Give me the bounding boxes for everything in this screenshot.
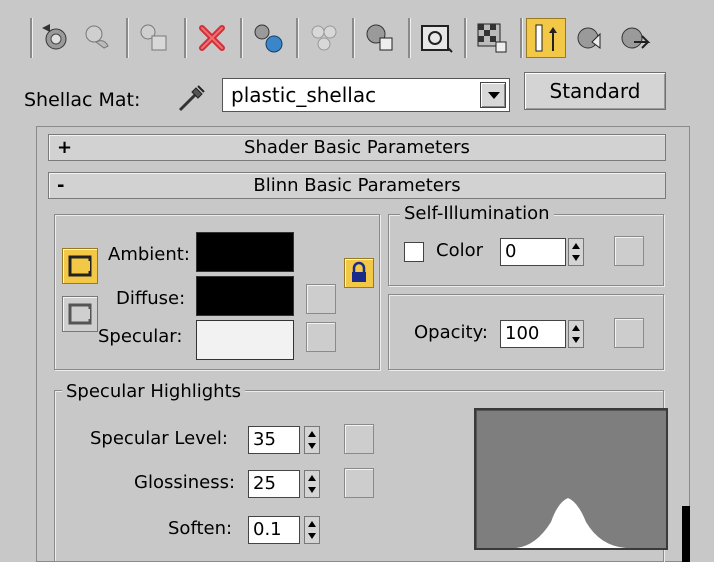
glossiness-spinner[interactable] (304, 470, 320, 498)
ambient-diffuse-link-lock[interactable] (344, 258, 374, 288)
opacity-map-button[interactable] (614, 318, 644, 348)
rollout-blinn-basic[interactable]: - Blinn Basic Parameters (48, 172, 666, 199)
get-material-icon[interactable] (36, 18, 76, 58)
toolbar-separator (296, 18, 298, 58)
rollout-shader-basic[interactable]: + Shader Basic Parameters (48, 134, 666, 161)
delete-icon[interactable] (192, 18, 232, 58)
specular-label: Specular: (98, 326, 183, 347)
diffuse-specular-lock-button[interactable] (62, 296, 98, 332)
diffuse-map-button[interactable] (306, 284, 336, 314)
self-illumination-spinner[interactable] (568, 238, 584, 266)
make-copy-icon[interactable] (248, 18, 288, 58)
rollout-title: Shader Basic Parameters (244, 137, 470, 158)
specular-level-label: Specular Level: (90, 428, 228, 449)
ambient-color-swatch[interactable] (196, 232, 294, 272)
opacity-value-field[interactable]: 100 (500, 320, 566, 348)
specular-level-spinner[interactable] (304, 426, 320, 454)
glossiness-label: Glossiness: (134, 472, 236, 493)
diffuse-color-swatch[interactable] (196, 276, 294, 316)
rollout-title: Blinn Basic Parameters (253, 175, 461, 196)
soften-spinner[interactable] (304, 516, 320, 544)
material-editor-toolbar (0, 0, 714, 76)
soften-field[interactable]: 0.1 (248, 516, 300, 544)
material-id-channel-icon[interactable] (416, 18, 456, 58)
self-illumination-color-checkbox[interactable] (404, 242, 424, 262)
put-to-scene-icon[interactable] (78, 18, 118, 58)
show-map-in-viewport-icon[interactable] (472, 18, 512, 58)
ambient-label: Ambient: (108, 244, 190, 265)
opacity-spinner[interactable] (568, 320, 584, 348)
toolbar-separator (464, 18, 466, 58)
rollout-scrollbar[interactable] (682, 506, 690, 562)
self-illumination-value-field[interactable]: 0 (500, 238, 566, 266)
ambient-diffuse-lock-button[interactable] (62, 248, 98, 284)
assign-to-selection-icon[interactable] (134, 18, 174, 58)
specular-level-map-button[interactable] (344, 424, 374, 454)
go-to-parent-icon[interactable] (570, 18, 610, 58)
self-illumination-map-button[interactable] (614, 236, 644, 266)
self-illumination-color-label: Color (436, 240, 483, 261)
toolbar-separator (240, 18, 242, 58)
toolbar-separator (352, 18, 354, 58)
toolbar-separator (520, 18, 522, 58)
go-forward-to-sibling-icon[interactable] (614, 18, 654, 58)
highlight-curve (476, 498, 666, 548)
specular-color-swatch[interactable] (196, 320, 294, 360)
toolbar-separator (30, 18, 32, 58)
specular-map-button[interactable] (306, 322, 336, 352)
toolbar-separator (408, 18, 410, 58)
specular-level-field[interactable]: 35 (248, 426, 300, 454)
show-end-result-icon[interactable] (526, 18, 566, 58)
toolbar-separator (126, 18, 128, 58)
eyedropper-icon[interactable] (174, 80, 210, 116)
self-illumination-legend: Self-Illumination (400, 204, 554, 224)
glossiness-map-button[interactable] (344, 468, 374, 498)
opacity-label: Opacity: (414, 322, 488, 343)
diffuse-label: Diffuse: (116, 288, 186, 309)
make-unique-icon[interactable] (304, 18, 344, 58)
material-type-button[interactable]: Standard (524, 72, 666, 110)
toolbar-separator (184, 18, 186, 58)
glossiness-field[interactable]: 25 (248, 470, 300, 498)
material-name-field[interactable]: plastic_shellac (222, 78, 510, 112)
soften-label: Soften: (168, 518, 233, 539)
material-dropdown-button[interactable] (480, 82, 506, 108)
highlight-curve-graph (474, 408, 668, 550)
specular-highlights-legend: Specular Highlights (62, 382, 246, 402)
material-name-value: plastic_shellac (231, 83, 377, 107)
put-to-library-icon[interactable] (360, 18, 400, 58)
material-name-label: Shellac Mat: (24, 89, 141, 111)
